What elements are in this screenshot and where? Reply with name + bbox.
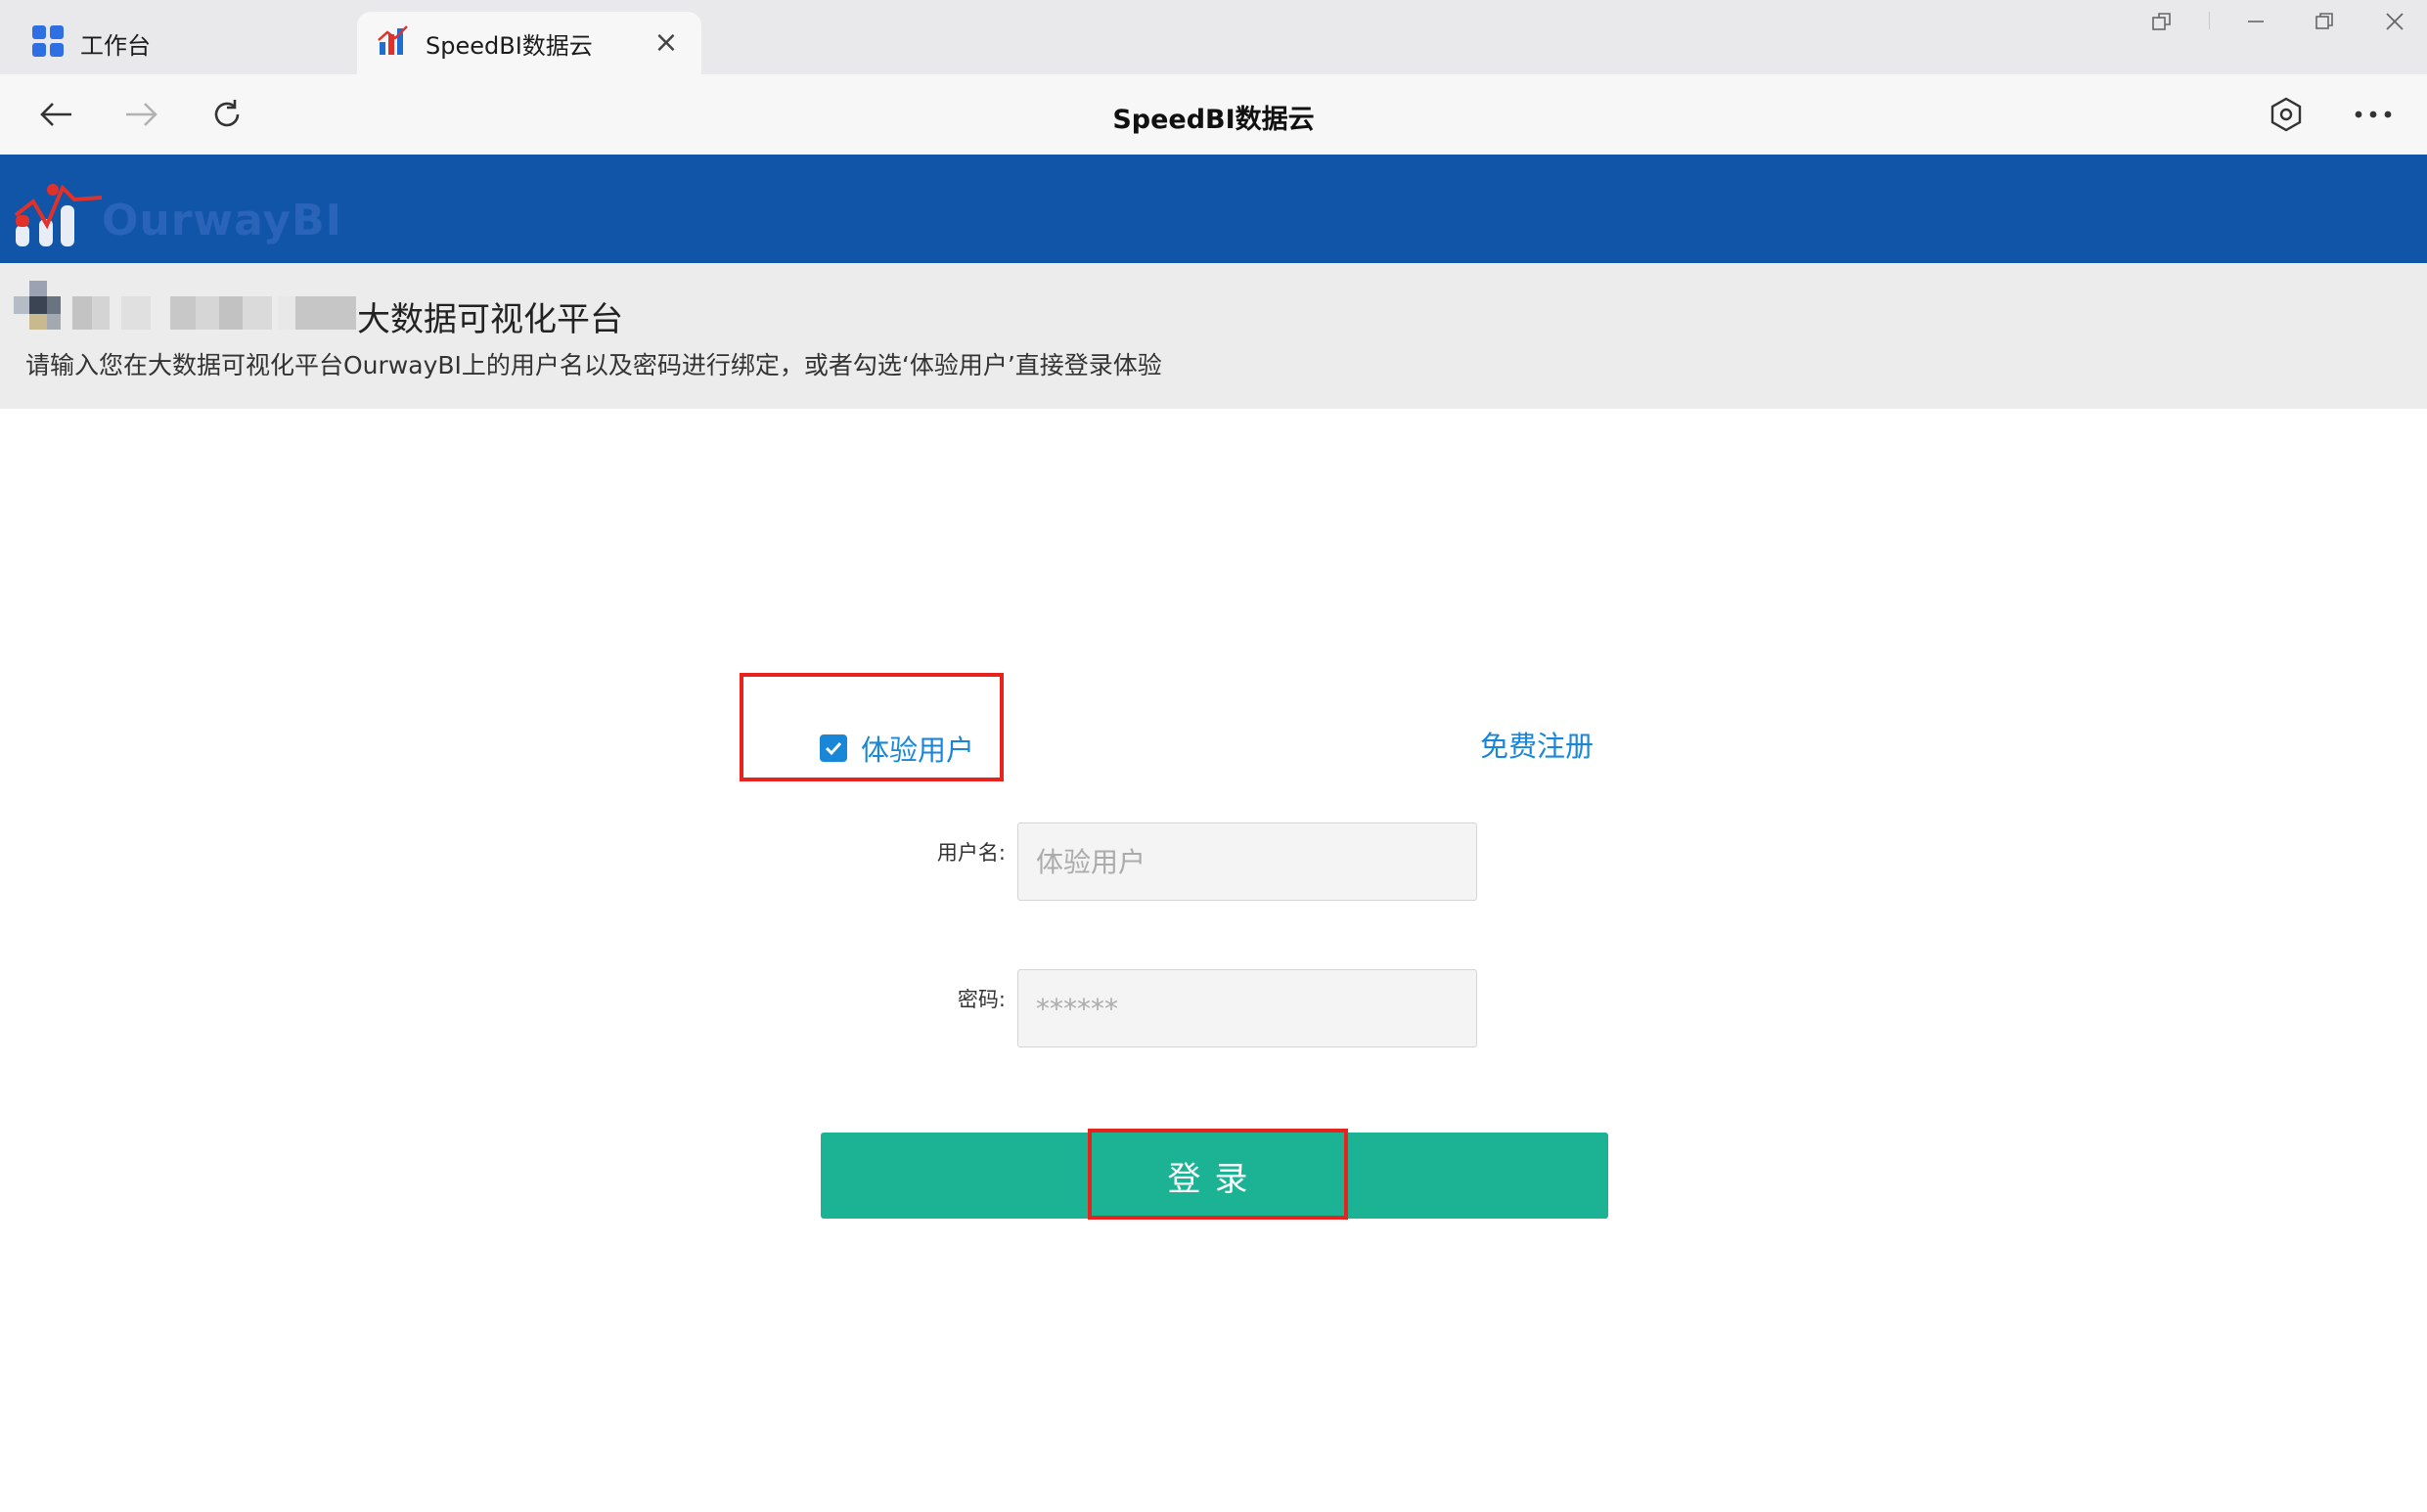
checkbox-checked-icon[interactable] — [820, 734, 847, 762]
maximize-icon[interactable] — [2295, 2, 2354, 41]
page-title: SpeedBI数据云 — [1112, 105, 1315, 135]
intro-section: 大数据可视化平台 请输入您在大数据可视化平台OurwayBI上的用户名以及密码进… — [0, 263, 2427, 409]
settings-hexagon-icon[interactable] — [2261, 90, 2312, 139]
register-link[interactable]: 免费注册 — [1480, 724, 1594, 765]
login-highlight-box — [1088, 1129, 1348, 1220]
close-window-icon[interactable] — [2365, 2, 2424, 41]
more-options-icon[interactable] — [2348, 90, 2399, 139]
ourwaybi-logo-icon — [14, 180, 103, 250]
tab-title: SpeedBI数据云 — [426, 31, 593, 60]
tab-workspace[interactable]: 工作台 — [14, 12, 337, 74]
close-tab-icon[interactable]: × — [652, 28, 680, 58]
username-input[interactable] — [1017, 823, 1477, 901]
intro-description: 请输入您在大数据可视化平台OurwayBI上的用户名以及密码进行绑定，或者勾选‘… — [25, 351, 1162, 379]
trial-user-label[interactable]: 体验用户 — [861, 728, 974, 769]
tab-speedbi[interactable]: SpeedBI数据云 × — [357, 12, 701, 74]
speedbi-icon — [377, 24, 410, 62]
restore-tabs-icon[interactable] — [2133, 2, 2191, 41]
blurred-logo-image — [14, 281, 356, 347]
password-input[interactable] — [1017, 969, 1477, 1047]
trial-user-checkbox[interactable]: 体验用户 — [820, 728, 974, 769]
window-control-divider — [2209, 12, 2210, 29]
browser-toolbar: SpeedBI数据云 — [0, 74, 2427, 156]
minimize-icon[interactable] — [2226, 2, 2285, 41]
password-label: 密码: — [957, 988, 1006, 1011]
site-header: OurwayBI — [0, 155, 2427, 263]
browser-tab-strip: 工作台 SpeedBI数据云 × — [0, 0, 2427, 74]
username-label: 用户名: — [936, 841, 1006, 865]
workspace-grid-icon — [31, 24, 65, 62]
logo-text: OurwayBI — [102, 196, 343, 245]
tab-title: 工作台 — [80, 31, 151, 60]
intro-title: 大数据可视化平台 — [357, 300, 623, 339]
